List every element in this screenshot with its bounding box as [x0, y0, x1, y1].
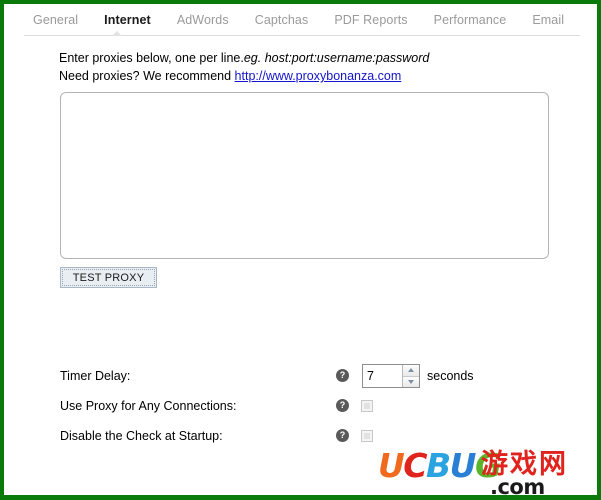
settings-tab-bar: General Internet AdWords Captchas PDF Re… — [4, 4, 597, 35]
timer-delay-label: Timer Delay: — [60, 369, 131, 383]
window-content: General Internet AdWords Captchas PDF Re… — [4, 4, 597, 500]
tab-email[interactable]: Email — [519, 5, 577, 35]
timer-delay-stepper[interactable] — [362, 364, 420, 388]
help-icon-disable-check[interactable]: ? — [336, 429, 349, 442]
disable-check-checkbox[interactable] — [361, 430, 373, 442]
chevron-up-icon — [408, 368, 414, 373]
checkbox-fill — [364, 403, 370, 409]
timer-delay-unit-label: seconds — [427, 369, 474, 383]
chevron-down-icon — [408, 379, 414, 384]
ucbug-watermark-logo: UCBUG 游戏网 .com — [378, 446, 596, 500]
settings-options-group: Timer Delay: ? seconds Use Proxy for Any… — [4, 364, 597, 456]
tab-separator-line — [24, 35, 580, 36]
watermark-letter-b: B — [426, 446, 451, 485]
instruction-line-2: Need proxies? We recommend http://www.pr… — [59, 67, 429, 85]
active-tab-pointer-icon — [112, 31, 122, 36]
watermark-domain-suffix: .com — [490, 475, 545, 499]
tab-adwords[interactable]: AdWords — [164, 5, 242, 35]
use-proxy-checkbox[interactable] — [361, 400, 373, 412]
proxy-list-textarea[interactable] — [60, 92, 549, 259]
test-proxy-button[interactable]: TEST PROXY — [60, 267, 157, 288]
proxy-instructions: Enter proxies below, one per line.eg. ho… — [59, 49, 429, 85]
tab-internet[interactable]: Internet — [91, 5, 164, 35]
checkbox-fill — [364, 433, 370, 439]
help-icon-use-proxy[interactable]: ? — [336, 399, 349, 412]
tab-captchas[interactable]: Captchas — [242, 5, 322, 35]
recommend-text: Need proxies? We recommend — [59, 69, 235, 83]
instruction-text-plain: Enter proxies below, one per line. — [59, 51, 244, 65]
stepper-decrement-button[interactable] — [403, 375, 419, 387]
application-window: General Internet AdWords Captchas PDF Re… — [0, 0, 601, 500]
watermark-letter-c: C — [403, 446, 427, 485]
tab-performance[interactable]: Performance — [421, 5, 520, 35]
use-proxy-label: Use Proxy for Any Connections: — [60, 399, 237, 413]
timer-delay-row: Timer Delay: ? seconds — [4, 364, 597, 396]
timer-delay-stepper-buttons — [402, 365, 419, 387]
tab-pdf-reports[interactable]: PDF Reports — [321, 5, 420, 35]
watermark-letter-u1: U — [378, 446, 405, 485]
use-proxy-row: Use Proxy for Any Connections: ? — [4, 396, 597, 426]
help-icon-timer-delay[interactable]: ? — [336, 369, 349, 382]
timer-delay-input[interactable] — [363, 365, 402, 387]
disable-check-label: Disable the Check at Startup: — [60, 429, 223, 443]
proxybonanza-link[interactable]: http://www.proxybonanza.com — [235, 69, 402, 83]
tab-general[interactable]: General — [20, 5, 91, 35]
watermark-letter-u2: U — [449, 446, 477, 485]
instruction-line-1: Enter proxies below, one per line.eg. ho… — [59, 49, 429, 67]
instruction-text-example: eg. host:port:username:password — [243, 51, 430, 65]
stepper-increment-button[interactable] — [403, 365, 419, 376]
